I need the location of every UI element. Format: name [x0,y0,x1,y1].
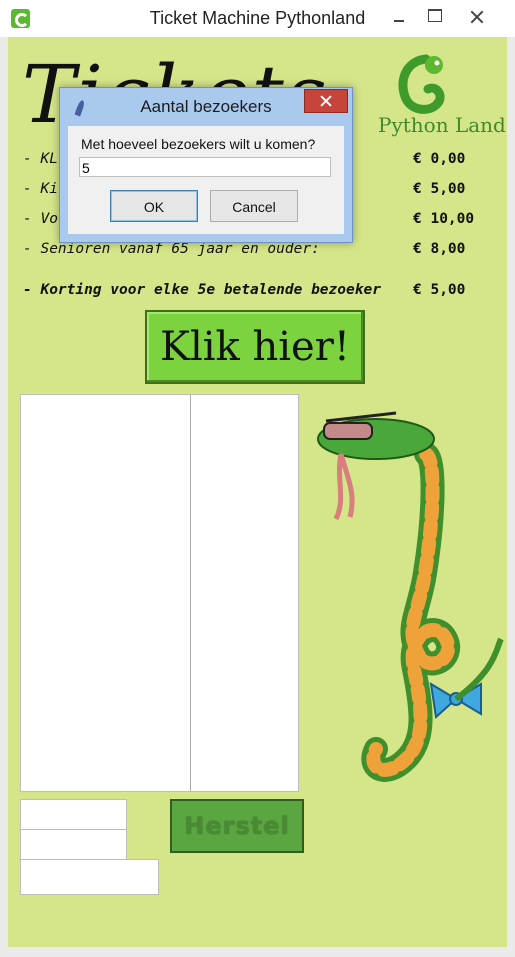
price-value: € 5,00 [413,181,466,197]
ticket-list[interactable] [20,394,299,792]
price-value: € 10,00 [413,211,475,227]
price-value: € 8,00 [413,241,466,257]
close-button[interactable] [462,4,492,28]
minimize-button[interactable] [384,4,414,28]
price-value: € 0,00 [413,151,466,167]
output-field-1[interactable] [20,799,127,830]
price-label: - Senioren vanaf 65 jaar en ouder: [23,241,320,257]
python-land-logo-text: Python Land [378,113,506,137]
ok-button[interactable]: OK [110,190,198,222]
title-bar: Ticket Machine Pythonland [0,0,515,37]
snake-illustration [317,411,504,782]
herstel-button[interactable]: Herstel [170,799,304,853]
visitor-count-input[interactable]: 5 [79,157,331,177]
total-field[interactable] [20,859,159,895]
klik-hier-button[interactable]: Klik hier! [145,310,365,384]
price-label: - Vo [23,211,58,227]
discount-value: € 5,00 [413,282,466,298]
price-label: - Ki [23,181,58,197]
list-column-divider [190,395,191,791]
dialog-prompt: Met hoeveel bezoekers wilt u komen? [81,136,316,152]
price-label: - KL [23,151,58,167]
dialog-body: Met hoeveel bezoekers wilt u komen? 5 OK… [68,126,344,234]
maximize-button[interactable] [420,4,450,28]
cancel-button[interactable]: Cancel [210,190,298,222]
discount-label: - Korting voor elke 5e betalende bezoeke… [23,282,381,298]
visitor-count-dialog: Aantal bezoekers Met hoeveel bezoekers w… [59,87,353,243]
output-field-2[interactable] [20,829,127,860]
dialog-close-button[interactable] [304,89,348,113]
